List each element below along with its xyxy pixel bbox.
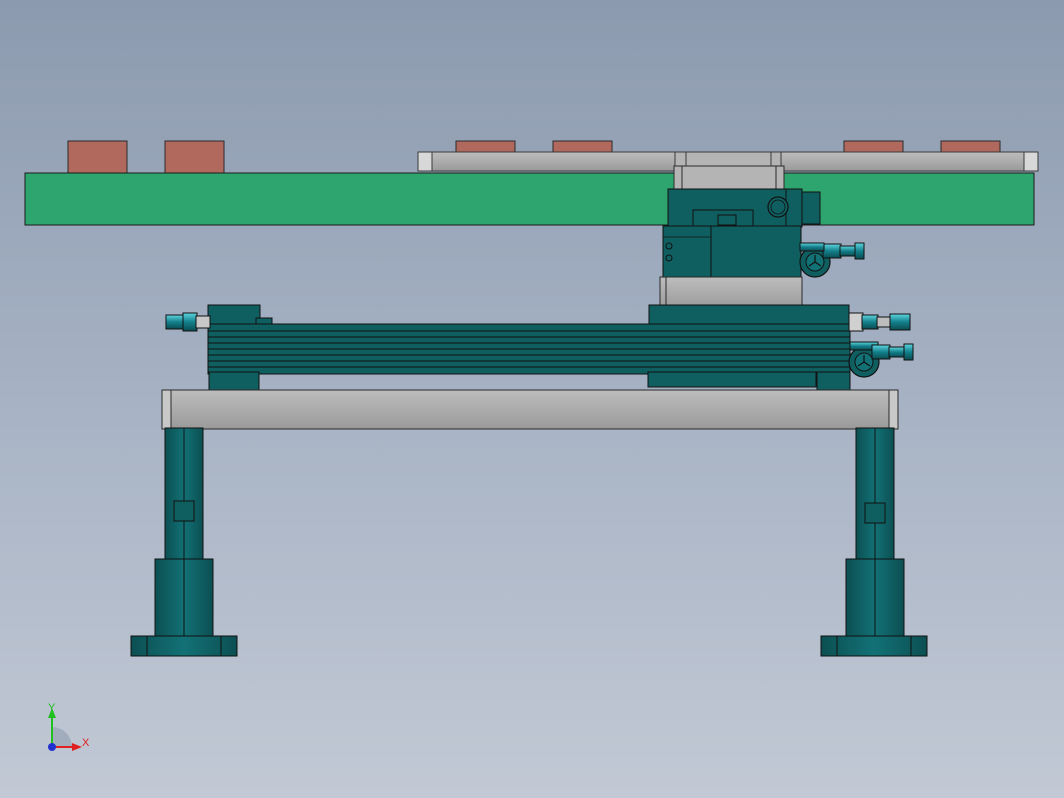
cad-viewport[interactable]: X Y [0,0,1064,798]
actuator-guide [659,276,803,310]
green-plate[interactable] [24,172,1035,226]
upper-rail-end-left [417,151,433,172]
coordinate-triad[interactable]: X Y [48,702,90,751]
y-axis-label: Y [48,702,56,714]
upper-rail-end-right [1023,151,1039,172]
upper-air-fitting [799,242,865,278]
cylinder-foot-right [816,371,851,392]
pad-5 [843,140,904,154]
pad-1 [67,140,128,175]
right-air-fitting-upper [848,312,911,332]
left-leg[interactable] [130,427,238,657]
cylinder-foot-left [208,371,260,392]
cylinder-carriage [648,304,850,326]
actuator-body [662,225,802,279]
top-plate-assembly[interactable] [24,140,1039,226]
cylinder-left-cap [207,304,261,326]
assembly-model[interactable]: X Y [0,0,1064,798]
pad-4 [552,140,613,154]
horizontal-cylinder[interactable] [165,304,914,392]
origin-icon [48,743,56,751]
pad-3 [455,140,516,154]
base-beam[interactable] [161,389,899,430]
pad-2 [164,140,225,175]
pad-6 [940,140,1001,154]
right-air-fitting-lower [848,341,914,378]
x-axis-label: X [82,737,90,749]
right-leg[interactable] [820,427,928,657]
